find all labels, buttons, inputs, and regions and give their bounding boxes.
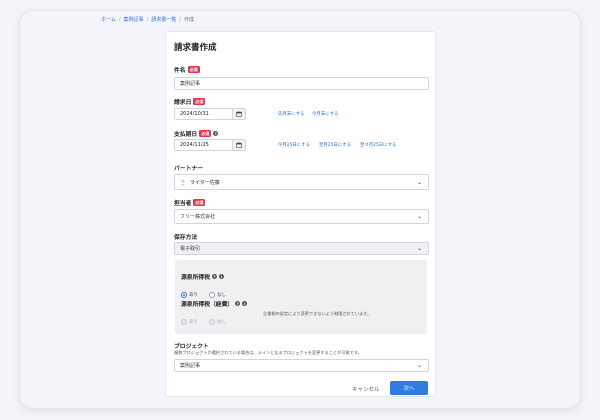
radio-selected[interactable] (181, 292, 187, 298)
page-title: 請求書作成 (174, 43, 217, 53)
due-date-label: 支払期日 必須 ? (174, 129, 219, 138)
chevron-down-icon: ⌄ (416, 178, 422, 186)
withholding-label-text: 源泉所得税 (181, 275, 210, 281)
due-date-label-text: 支払期日 (174, 132, 198, 138)
withholding-option-yes[interactable]: あり (181, 292, 198, 298)
required-badge: 必須 (193, 199, 206, 206)
withholding-expense-radio-group: あり なし (181, 310, 232, 329)
project-value: 案例記事 (180, 363, 201, 369)
storage-select[interactable]: 電子取引 ⌄ (174, 242, 429, 255)
invoice-date-field[interactable]: 2024/10/31 (174, 108, 246, 120)
owner-value: フリー株式会社 (180, 214, 216, 220)
breadcrumb-current: 作成 (183, 17, 194, 23)
storage-label-text: 保存方法 (174, 235, 198, 241)
breadcrumb-home[interactable]: ホーム (101, 17, 116, 23)
owner-label: 担当者 必須 (174, 198, 206, 207)
invoice-date-label-text: 請求日 (174, 100, 192, 106)
withholding-tax-panel: 源泉所得税 ? i あり なし 源泉所得税（経費） ? i あり なし 企業側の… (175, 260, 427, 334)
restriction-note: 企業側の設定により変更できないよう制限されています。 (263, 311, 372, 316)
option-label: なし (217, 320, 227, 325)
withholding-expense-option-yes: あり (181, 319, 198, 325)
option-label: あり (189, 293, 198, 298)
due-date-field[interactable]: 2024/11/25 (174, 139, 246, 151)
withholding-expense-label-text: 源泉所得税（経費） (181, 302, 234, 308)
help-icon[interactable]: ? (212, 274, 217, 279)
set-this-month-25-link[interactable]: 今月25日にする (278, 142, 310, 148)
calendar-icon[interactable] (232, 109, 245, 119)
required-badge: 必須 (193, 98, 206, 105)
radio-disabled (209, 319, 216, 325)
chevron-down-icon: ⌄ (416, 213, 422, 220)
app-window: ホーム / 案例記事 / 請求書一覧 / 作成 請求書作成 件名 必須 案例記事 請求日 必… (19, 10, 581, 409)
invoice-date-input[interactable]: 2024/10/31 (175, 109, 232, 119)
option-label: あり (189, 320, 198, 325)
partner-value: ライター佐藤 (180, 179, 220, 186)
help-icon[interactable]: ? (235, 301, 241, 306)
breadcrumb: ホーム / 案例記事 / 請求書一覧 / 作成 (101, 17, 194, 23)
chevron-down-icon: ⌄ (416, 245, 422, 252)
partner-label: パートナー (174, 163, 203, 172)
set-month-after-next-25-link[interactable]: 翌々月25日にする (360, 142, 396, 148)
required-badge: 必須 (199, 130, 212, 137)
partner-value-text: ライター佐藤 (190, 179, 220, 186)
info-icon[interactable]: i (219, 274, 224, 279)
cancel-button[interactable]: キャンセル (352, 385, 380, 393)
project-select[interactable]: 案例記事 ⌄ (174, 359, 429, 372)
subject-label-text: 件名 (174, 68, 186, 74)
set-this-month-end-link[interactable]: 今月末にする (312, 111, 338, 117)
subject-input[interactable]: 案例記事 (174, 77, 429, 90)
option-label: なし (217, 293, 227, 298)
invoice-form-card: 請求書作成 件名 必須 案例記事 請求日 必須 2024/10/31 先月末にす… (165, 31, 436, 397)
withholding-expense-option-no: なし (209, 319, 226, 325)
info-icon[interactable]: i (242, 301, 248, 306)
withholding-option-no[interactable]: なし (209, 292, 226, 298)
invoice-date-label: 請求日 必須 (174, 97, 206, 106)
chevron-down-icon: ⌄ (416, 362, 422, 369)
help-icon[interactable]: ? (213, 131, 219, 136)
withholding-expense-label: 源泉所得税（経費） ? i (181, 299, 248, 308)
subject-label: 件名 必須 (174, 65, 200, 74)
withholding-label: 源泉所得税 ? i (181, 272, 224, 281)
partner-select[interactable]: ライター佐藤 ⌄ (174, 174, 429, 190)
project-description: 複数プロジェクトが選択されている場合は、メインとなるプロジェクトを変更することが… (174, 350, 362, 355)
person-icon (180, 179, 186, 185)
owner-select[interactable]: フリー株式会社 ⌄ (174, 209, 429, 224)
radio-unselected[interactable] (209, 292, 216, 298)
storage-label: 保存方法 (174, 232, 197, 241)
radio-disabled (181, 319, 187, 325)
breadcrumb-case-articles[interactable]: 案例記事 (124, 17, 144, 23)
calendar-icon[interactable] (232, 140, 245, 150)
next-button[interactable]: 次へ (390, 381, 428, 395)
required-badge: 必須 (187, 66, 200, 73)
partner-label-text: パートナー (174, 166, 203, 172)
due-date-input[interactable]: 2024/11/25 (175, 140, 232, 150)
set-next-month-25-link[interactable]: 翌月25日にする (319, 142, 351, 148)
set-last-month-end-link[interactable]: 先月末にする (278, 111, 304, 117)
storage-value: 電子取引 (180, 246, 201, 252)
breadcrumb-invoice-list[interactable]: 請求書一覧 (151, 17, 176, 23)
project-label: プロジェクト (174, 341, 209, 350)
project-label-text: プロジェクト (174, 344, 209, 350)
owner-label-text: 担当者 (174, 201, 192, 207)
